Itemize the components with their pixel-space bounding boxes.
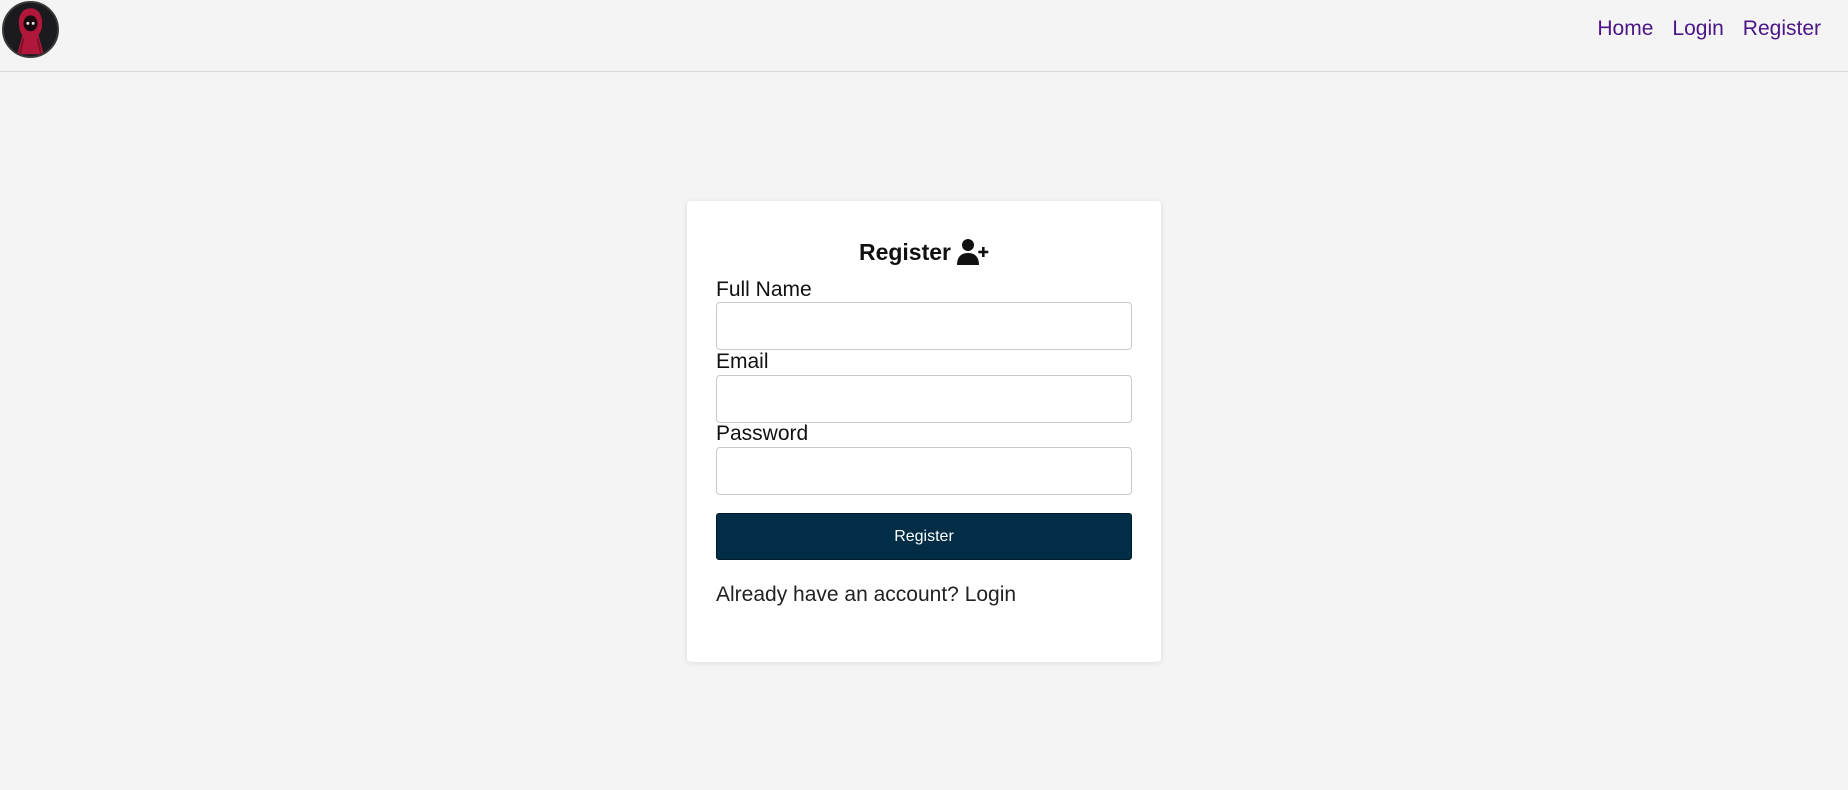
nav-link-register[interactable]: Register [1743,16,1821,42]
nav-link-login[interactable]: Login [1672,16,1723,42]
email-label: Email [716,350,769,373]
navbar: Home Login Register [0,0,1848,72]
logo-avatar[interactable] [2,1,59,58]
full-name-label: Full Name [716,278,812,301]
nav-links: Home Login Register [1597,16,1821,42]
user-plus-icon [957,238,989,266]
password-label: Password [716,422,809,445]
email-input[interactable] [716,375,1132,423]
nav-link-home[interactable]: Home [1597,16,1653,42]
login-link[interactable]: Login [965,583,1016,606]
form-title-text: Register [858,238,952,265]
password-input[interactable] [716,447,1132,495]
hooded-figure-icon [4,3,57,56]
login-prompt-text: Already have an account? [716,583,959,606]
form-title: Register [0,238,1848,266]
login-prompt: Already have an account? Login [716,582,1016,608]
full-name-input[interactable] [716,302,1132,350]
register-button[interactable]: Register [716,513,1132,560]
